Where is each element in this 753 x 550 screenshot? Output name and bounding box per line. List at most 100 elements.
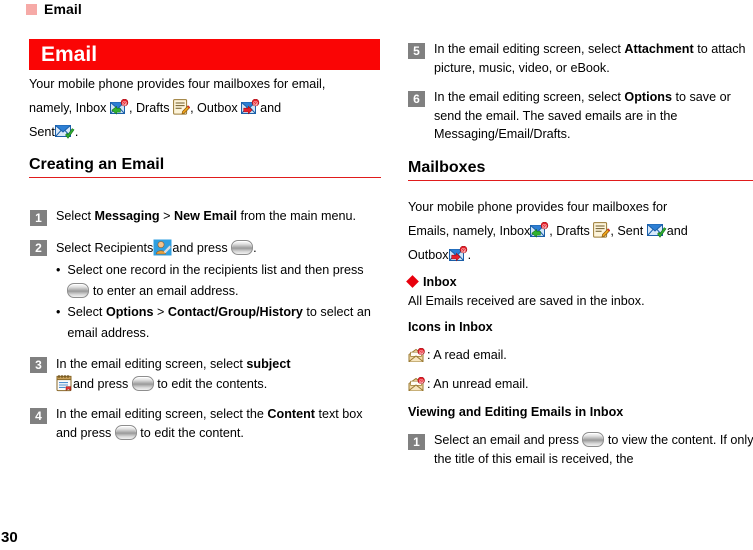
step-5: 5 In the email editing screen, select At… [408,40,753,77]
step-number-badge: 6 [408,91,425,107]
drafts-note-icon [173,98,191,116]
left-intro-line3: , Drafts [128,101,170,115]
svg-text:@: @ [460,248,466,254]
ok-key-icon [114,424,137,440]
svg-text:@: @ [542,224,548,230]
step-number-badge: 4 [30,408,47,424]
contacts-person-icon [153,239,172,256]
step-text-post: from the main menu. [236,209,356,223]
step-text-mid: and press [73,377,132,391]
right-intro-line3: , Drafts [549,223,590,238]
ok-key-icon [582,432,605,447]
step-text-pre: Select [56,209,95,223]
left-intro-paragraph: Your mobile phone provides four mailboxe… [29,72,381,144]
step-view-1: 1 Select an email and press to view the … [408,431,753,468]
sent-envelope-check-icon [54,124,75,140]
step-text: In the email editing screen, select the … [56,405,382,442]
bullet-dot: • [56,305,61,319]
step-text-pre: In the email editing screen, select the [56,407,268,421]
step-text: Select Recipients and press . • Select o… [56,237,382,344]
bullet-dot: • [56,263,61,277]
unread-email-row: @ : An unread email. [408,375,753,393]
bullet-text: Select Options > Contact/Group/History t… [67,305,371,340]
step-text-bold-1: Content [267,407,315,421]
read-email-label: : A read email. [427,348,507,362]
sent-envelope-check-icon [646,223,667,239]
inbox-subheading: Inbox [406,274,753,289]
chapter-title-bar: Email [29,39,380,70]
read-email-icon: @ [408,347,425,363]
step-number-badge: 1 [408,434,425,450]
left-section-heading: Creating an Email [29,156,165,173]
step-text: In the email editing screen, select Opti… [434,88,753,144]
ok-key-icon [231,240,254,255]
step-text: In the email editing screen, select Atta… [434,40,753,77]
inbox-mail-icon: @ [530,221,549,239]
step-text-bold-1: subject [246,357,291,371]
outbox-mail-icon: @ [241,99,260,116]
step-3: 3 In the email editing screen, select su… [30,354,382,394]
right-section-heading: Mailboxes [408,158,486,176]
ok-key-icon [67,283,90,298]
step-text-post: to edit the content. [136,425,244,440]
bullet-item: • Select Options > Contact/Group/History… [56,302,382,344]
step-text-bold-1: Messaging [94,209,160,223]
step-2: 2 Select Recipients and press . • Select… [30,237,382,344]
step-2-bullets: • Select one record in the recipients li… [56,260,382,344]
outbox-mail-icon: @ [448,245,468,263]
step-text-pre: Select an email and press [434,433,583,447]
inbox-mail-icon: @ [109,99,129,116]
left-intro-line7: . [74,125,79,139]
step-4: 4 In the email editing screen, select th… [30,405,382,442]
right-intro-line4: , Sent [610,223,644,238]
running-header: Email [26,0,82,18]
chapter-title: Email [41,42,98,66]
step-text-mid: > [159,209,174,223]
step-text-post: and press [172,241,232,255]
step-number-badge: 5 [408,43,425,59]
bullet-text: Select one record in the recipients list… [67,263,364,298]
left-intro-line4: , Outbox [190,101,238,115]
step-text: Select Messaging > New Email from the ma… [56,207,356,226]
step-text: In the email editing screen, select subj… [56,354,291,394]
page-number: 30 [1,529,18,546]
step-text-pre: Select Recipients [56,241,154,255]
left-section-rule [29,177,381,178]
step-text-pre: In the email editing screen, select [56,357,247,371]
step-text-pre: In the email editing screen, select [434,42,625,56]
header-marker-icon [26,3,37,15]
read-email-row: @ : A read email. [408,346,753,364]
right-intro-line7: . [467,247,472,262]
right-intro-line1: Your mobile phone provides four mailboxe… [408,199,668,214]
svg-text:@: @ [419,349,424,355]
inbox-subheading-label: Inbox [423,274,457,289]
right-section-rule [408,179,753,181]
running-header-title: Email [44,1,82,17]
unread-email-label: : An unread email. [427,377,529,391]
left-intro-line2: namely, Inbox [29,101,107,115]
step-text-bold-1: Options [624,90,672,104]
inbox-description: All Emails received are saved in the inb… [408,293,645,308]
icons-in-inbox-heading: Icons in Inbox [408,320,493,334]
step-number-badge: 3 [30,357,47,373]
step-text-end: . [253,241,257,255]
right-intro-line5: and [666,223,688,238]
unread-email-icon: @ [408,376,425,392]
left-intro-line1: Your mobile phone provides four mailboxe… [29,77,326,91]
step-text-post: to edit the contents. [153,377,268,391]
step-text-bold-2: New Email [173,209,237,223]
step-text-bold-1: Attachment [624,42,694,56]
step-6: 6 In the email editing screen, select Op… [408,88,753,144]
right-intro-line6: Outbox [408,247,449,262]
right-intro-paragraph: Your mobile phone provides four mailboxe… [408,195,753,267]
step-1: 1 Select Messaging > New Email from the … [30,207,382,226]
viewing-editing-heading: Viewing and Editing Emails in Inbox [408,405,624,419]
ok-key-icon [131,376,154,391]
svg-text:@: @ [253,101,259,107]
right-intro-line2: Emails, namely, Inbox [408,223,531,238]
manual-page: Email Email Your mobile phone provides f… [0,0,753,550]
step-number-badge: 1 [30,210,47,226]
bullet-item: • Select one record in the recipients li… [56,260,382,302]
left-intro-line6: Sent [29,125,55,139]
notepad-icon [56,374,73,392]
